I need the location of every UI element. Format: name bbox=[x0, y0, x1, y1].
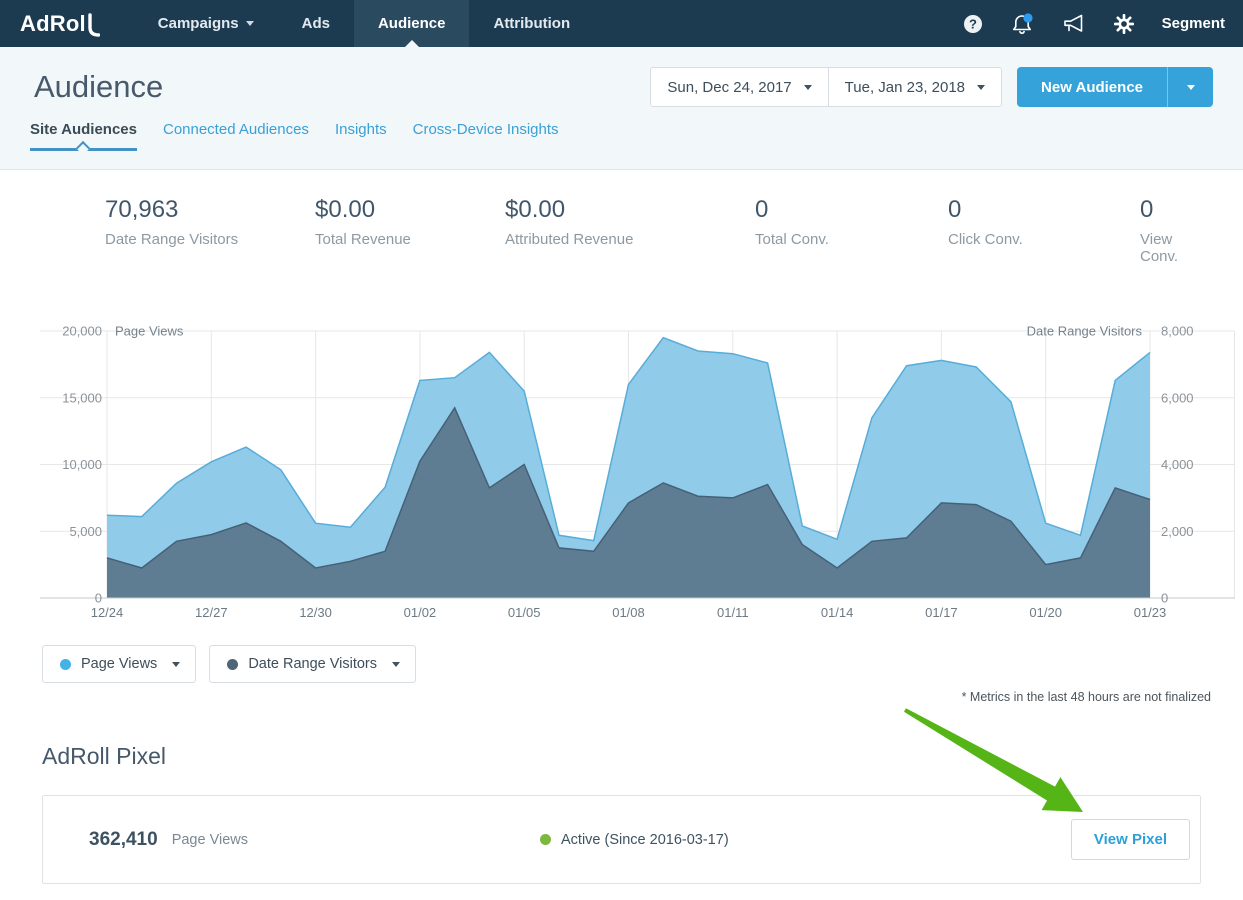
nav-item-campaigns[interactable]: Campaigns bbox=[134, 0, 278, 47]
chevron-down-icon bbox=[977, 85, 985, 90]
traffic-area-chart: 20,000 15,000 10,000 5,000 0 8,000 6,000 4,000 2… bbox=[40, 321, 1235, 621]
announcements-megaphone-icon[interactable] bbox=[1048, 14, 1100, 34]
chevron-down-icon bbox=[804, 85, 812, 90]
svg-text:12/30: 12/30 bbox=[299, 605, 332, 620]
adroll-logo[interactable]: AdRol bbox=[20, 0, 100, 47]
metrics-footnote: * Metrics in the last 48 hours are not f… bbox=[0, 690, 1211, 704]
svg-text:?: ? bbox=[969, 16, 977, 31]
audience-tabs: Site Audiences Connected Audiences Insig… bbox=[30, 121, 1243, 151]
page-header: Audience Sun, Dec 24, 2017 Tue, Jan 23, … bbox=[0, 47, 1243, 170]
date-range-picker: Sun, Dec 24, 2017 Tue, Jan 23, 2018 bbox=[650, 67, 1002, 107]
pixel-page-views-value: 362,410 bbox=[89, 829, 158, 851]
stat-total-conv: 0 Total Conv. bbox=[755, 196, 948, 265]
status-text: Active (Since 2016-03-17) bbox=[561, 832, 729, 848]
legend-page-views-dropdown[interactable]: Page Views bbox=[42, 645, 196, 683]
svg-text:01/14: 01/14 bbox=[821, 605, 854, 620]
pixel-status: Active (Since 2016-03-17) bbox=[540, 832, 729, 848]
adroll-logo-text: AdRol bbox=[20, 11, 86, 37]
date-start-dropdown[interactable]: Sun, Dec 24, 2017 bbox=[650, 67, 828, 107]
chevron-down-icon bbox=[172, 662, 180, 667]
adroll-logo-hook-icon bbox=[87, 13, 100, 37]
notification-badge bbox=[1023, 13, 1032, 22]
tab-connected-audiences[interactable]: Connected Audiences bbox=[163, 121, 309, 151]
stat-view-conv: 0 View Conv. bbox=[1140, 196, 1213, 265]
svg-text:Page Views: Page Views bbox=[115, 324, 184, 339]
stat-click-conv: 0 Click Conv. bbox=[948, 196, 1140, 265]
svg-text:01/05: 01/05 bbox=[508, 605, 541, 620]
new-audience-split-button: New Audience bbox=[1017, 67, 1213, 107]
nav-item-attribution[interactable]: Attribution bbox=[469, 0, 594, 47]
svg-text:12/24: 12/24 bbox=[91, 605, 124, 620]
svg-text:8,000: 8,000 bbox=[1161, 324, 1194, 339]
page-title: Audience bbox=[34, 69, 650, 105]
primary-nav: Campaigns Ads Audience Attribution bbox=[134, 0, 594, 47]
legend-date-range-visitors-dropdown[interactable]: Date Range Visitors bbox=[209, 645, 416, 683]
chevron-down-icon bbox=[1187, 85, 1195, 90]
adroll-pixel-heading: AdRoll Pixel bbox=[42, 743, 1243, 770]
svg-text:01/08: 01/08 bbox=[612, 605, 645, 620]
stat-total-revenue: $0.00 Total Revenue bbox=[315, 196, 505, 265]
svg-text:4,000: 4,000 bbox=[1161, 457, 1194, 472]
date-end-dropdown[interactable]: Tue, Jan 23, 2018 bbox=[828, 67, 1002, 107]
stat-date-range-visitors: 70,963 Date Range Visitors bbox=[105, 196, 315, 265]
chevron-down-icon bbox=[246, 21, 254, 26]
nav-item-audience[interactable]: Audience bbox=[354, 0, 470, 47]
svg-text:5,000: 5,000 bbox=[69, 524, 102, 539]
summary-stats: 70,963 Date Range Visitors $0.00 Total R… bbox=[0, 196, 1243, 265]
svg-text:01/23: 01/23 bbox=[1134, 605, 1167, 620]
tab-insights[interactable]: Insights bbox=[335, 121, 387, 151]
date-range-visitors-series-dot bbox=[227, 659, 238, 670]
help-icon[interactable]: ? bbox=[949, 14, 997, 34]
svg-text:15,000: 15,000 bbox=[62, 390, 102, 405]
svg-text:2,000: 2,000 bbox=[1161, 524, 1194, 539]
account-menu[interactable]: Segment bbox=[1148, 15, 1243, 32]
tab-cross-device-insights[interactable]: Cross-Device Insights bbox=[413, 121, 559, 151]
pixel-page-views-label: Page Views bbox=[172, 832, 248, 848]
settings-gear-icon[interactable] bbox=[1100, 14, 1148, 34]
top-navigation: AdRol Campaigns Ads Audience Attribution… bbox=[0, 0, 1243, 47]
chevron-down-icon bbox=[392, 662, 400, 667]
new-audience-button[interactable]: New Audience bbox=[1017, 67, 1167, 107]
nav-item-ads[interactable]: Ads bbox=[278, 0, 354, 47]
new-audience-dropdown-button[interactable] bbox=[1167, 67, 1213, 107]
svg-text:10,000: 10,000 bbox=[62, 457, 102, 472]
page-views-series-dot bbox=[60, 659, 71, 670]
svg-text:01/11: 01/11 bbox=[717, 605, 749, 620]
tab-site-audiences[interactable]: Site Audiences bbox=[30, 121, 137, 151]
svg-text:20,000: 20,000 bbox=[62, 324, 102, 339]
svg-text:6,000: 6,000 bbox=[1161, 390, 1194, 405]
chart-legend: Page Views Date Range Visitors bbox=[42, 645, 1243, 683]
svg-text:12/27: 12/27 bbox=[195, 605, 228, 620]
stat-attributed-revenue: $0.00 Attributed Revenue bbox=[505, 196, 755, 265]
status-active-dot bbox=[540, 834, 551, 845]
svg-text:01/02: 01/02 bbox=[404, 605, 437, 620]
notifications-bell-icon[interactable] bbox=[997, 13, 1048, 35]
svg-text:01/17: 01/17 bbox=[925, 605, 958, 620]
traffic-chart-svg: 20,000 15,000 10,000 5,000 0 8,000 6,000 4,000 2… bbox=[40, 321, 1235, 621]
nav-right-controls: ? Segment bbox=[949, 0, 1243, 47]
svg-text:Date Range Visitors: Date Range Visitors bbox=[1027, 324, 1143, 339]
adroll-pixel-card: 362,410 Page Views Active (Since 2016-03… bbox=[42, 795, 1201, 884]
view-pixel-button[interactable]: View Pixel bbox=[1071, 819, 1190, 860]
svg-text:01/20: 01/20 bbox=[1029, 605, 1062, 620]
svg-text:0: 0 bbox=[95, 591, 102, 606]
svg-text:0: 0 bbox=[1161, 591, 1168, 606]
